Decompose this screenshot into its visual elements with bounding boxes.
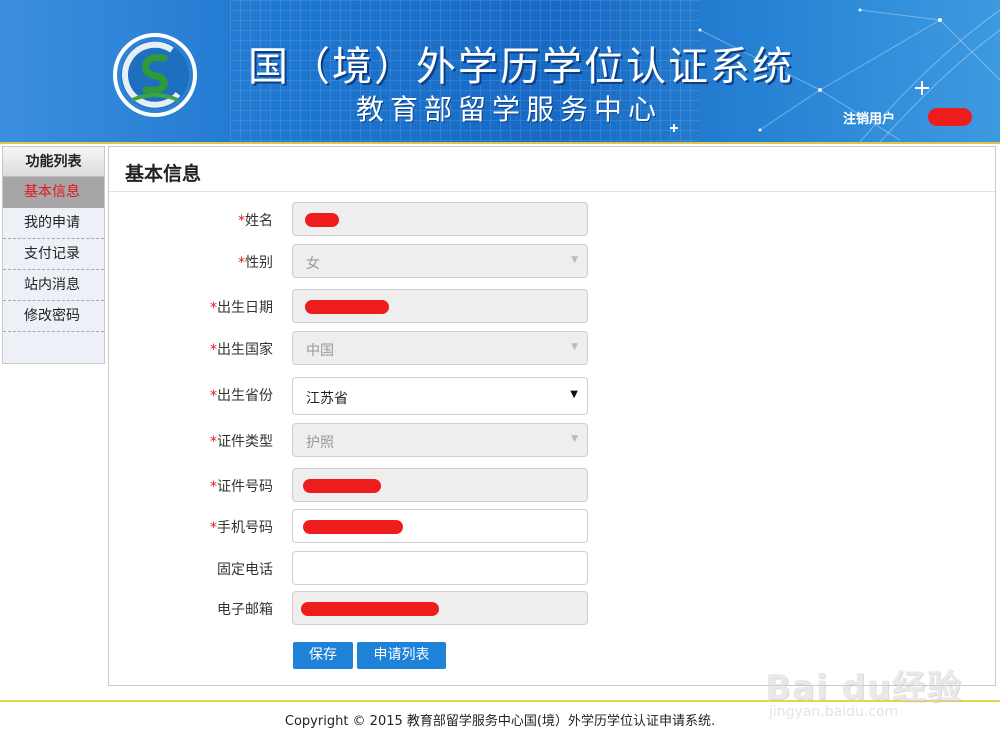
mobile-redacted (303, 520, 403, 534)
form-row-landline: 固定电话 (109, 551, 995, 585)
birth-province-value: 江苏省 (306, 391, 348, 407)
application-list-button[interactable]: 申请列表 (357, 642, 446, 669)
email-field (292, 591, 588, 625)
sidebar: 功能列表 基本信息 我的申请 支付记录 站内消息 修改密码 (2, 146, 105, 364)
title-divider (109, 191, 995, 192)
email-redacted (301, 602, 439, 616)
id-type-select: 护照 ▼ (292, 423, 588, 457)
system-title: 国（境）外学历学位认证系统 (248, 44, 794, 90)
user-name-redacted (928, 108, 972, 126)
sidebar-item-payment-records[interactable]: 支付记录 (3, 239, 104, 270)
birth-country-label: *出生国家 (210, 342, 273, 358)
name-label: *姓名 (238, 213, 273, 229)
id-number-label: *证件号码 (210, 479, 273, 495)
birth-country-select: 中国 ▼ (292, 331, 588, 365)
chevron-down-icon: ▼ (570, 389, 578, 400)
id-number-redacted (303, 479, 381, 493)
sidebar-title: 功能列表 (3, 147, 104, 177)
chevron-down-icon: ▼ (571, 434, 578, 444)
birth-date-redacted (305, 300, 389, 314)
gender-value: 女 (306, 256, 320, 272)
form-row-gender: *性别 女 ▼ (109, 244, 995, 278)
watermark-brand: Bai du经验 (765, 668, 962, 708)
sidebar-item-my-applications[interactable]: 我的申请 (3, 208, 104, 239)
gender-label: *性别 (238, 255, 273, 271)
form-row-name: *姓名 (109, 202, 995, 236)
watermark-url: jingyan.baidu.com (769, 704, 899, 720)
baidu-watermark: Bai du经验 jingyan.baidu.com (765, 640, 975, 730)
landline-label: 固定电话 (217, 562, 273, 578)
sidebar-item-basic-info[interactable]: 基本信息 (3, 177, 104, 208)
logout-link[interactable]: 注销用户 (843, 108, 895, 127)
gender-select: 女 ▼ (292, 244, 588, 278)
header-divider (0, 142, 1000, 144)
id-type-value: 护照 (306, 435, 334, 451)
id-type-label: *证件类型 (210, 434, 273, 450)
form-row-id-type: *证件类型 护照 ▼ (109, 423, 995, 457)
chevron-down-icon: ▼ (571, 255, 578, 265)
mobile-label: *手机号码 (210, 520, 273, 536)
name-redacted (305, 213, 339, 227)
sidebar-item-change-password[interactable]: 修改密码 (3, 301, 104, 332)
mobile-input[interactable] (292, 509, 588, 543)
email-label: 电子邮箱 (217, 602, 273, 618)
id-number-field (292, 468, 588, 502)
form-row-email: 电子邮箱 (109, 591, 995, 625)
birth-province-select[interactable]: 江苏省 ▼ (292, 377, 588, 415)
landline-input[interactable] (292, 551, 588, 585)
form-row-birth-country: *出生国家 中国 ▼ (109, 331, 995, 365)
birth-province-label: *出生省份 (210, 388, 273, 404)
sidebar-item-messages[interactable]: 站内消息 (3, 270, 104, 301)
form-row-id-number: *证件号码 (109, 468, 995, 502)
form-row-birth-province: *出生省份 江苏省 ▼ (109, 377, 995, 415)
form-row-mobile: *手机号码 (109, 509, 995, 543)
page-title: 基本信息 (125, 163, 202, 185)
birth-date-field (292, 289, 588, 323)
logo-icon (113, 33, 197, 117)
form-row-birth-date: *出生日期 (109, 289, 995, 323)
main-panel: 基本信息 *姓名 *性别 女 ▼ *出生日期 *出生国家 中国 ▼ *出生省份 … (108, 146, 996, 686)
chevron-down-icon: ▼ (571, 342, 578, 352)
name-field (292, 202, 588, 236)
system-subtitle: 教育部留学服务中心 (356, 93, 663, 126)
header-banner: 国（境）外学历学位认证系统 教育部留学服务中心 注销用户 (0, 0, 1000, 142)
birth-country-value: 中国 (306, 343, 334, 359)
save-button[interactable]: 保存 (293, 642, 353, 669)
birth-date-label: *出生日期 (210, 300, 273, 316)
